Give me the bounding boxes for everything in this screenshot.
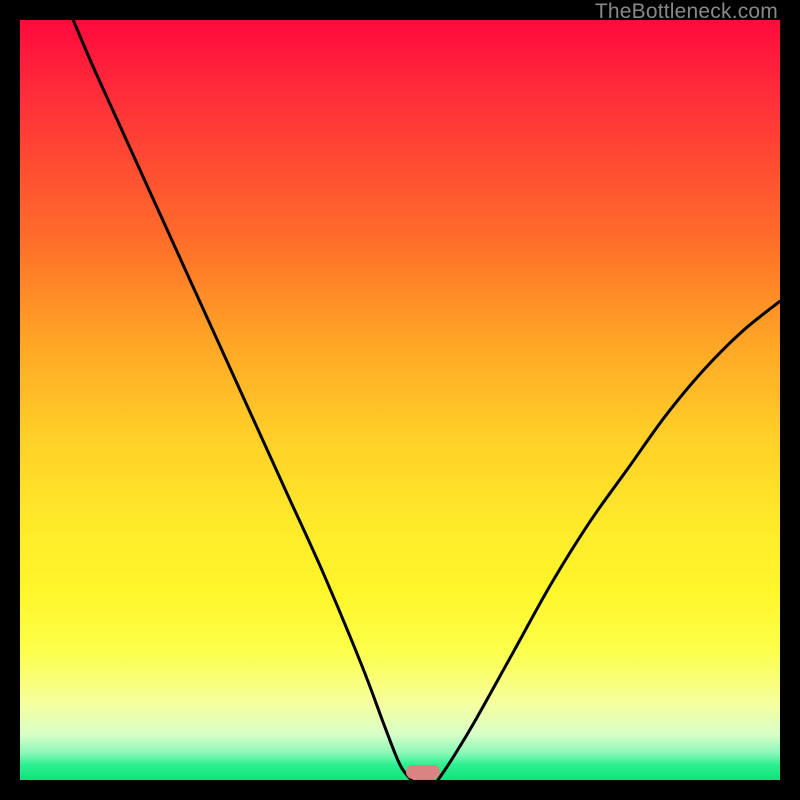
optimal-marker (406, 765, 440, 779)
plot-area (20, 20, 780, 780)
bottleneck-curve (20, 20, 780, 780)
chart-frame: TheBottleneck.com (0, 0, 800, 800)
